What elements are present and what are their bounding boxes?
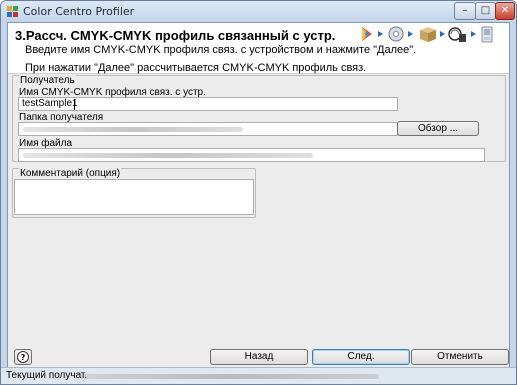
- back-button-label: Назад: [244, 351, 274, 362]
- folder-input[interactable]: [18, 122, 398, 136]
- package-icon: [420, 27, 436, 42]
- text-caret: [74, 100, 75, 110]
- title-bar[interactable]: Color Centro Profiler – □ ✕: [1, 1, 516, 22]
- app-window: Color Centro Profiler – □ ✕ 3.Рассч. CMY…: [0, 0, 517, 385]
- help-button[interactable]: ?: [14, 349, 32, 365]
- comment-group-label: Комментарий (опция): [19, 168, 122, 179]
- color-wheel-icon: [362, 27, 372, 41]
- status-label: Текущий получат.: [6, 370, 88, 381]
- close-icon: ✕: [500, 5, 510, 16]
- comment-textarea[interactable]: [14, 179, 254, 215]
- cancel-button[interactable]: Отменить: [411, 349, 509, 365]
- profile-name-input[interactable]: testSample1: [18, 97, 398, 111]
- note-text: При нажатии "Далее" рассчитывается CMYK-…: [25, 62, 367, 74]
- app-logo-icon: [7, 6, 18, 17]
- cancel-button-label: Отменить: [437, 351, 483, 362]
- back-button[interactable]: Назад: [210, 349, 308, 365]
- wizard-header: 3.Рассч. CMYK-CMYK профиль связанный с у…: [8, 23, 509, 74]
- folder-path-redacted: [23, 127, 243, 132]
- pda-icon: [481, 26, 493, 43]
- browse-button[interactable]: Обзор ...: [397, 121, 479, 136]
- arrow-right-icon: [408, 31, 413, 37]
- profile-name-value: testSample1: [22, 98, 78, 109]
- next-button-label: След.: [347, 351, 375, 362]
- help-glyph: ?: [21, 353, 26, 362]
- arrow-right-icon: [378, 31, 383, 37]
- next-button[interactable]: След.: [312, 349, 410, 365]
- chart-icon: [448, 27, 466, 42]
- file-name-input[interactable]: [18, 148, 485, 162]
- maximize-icon: □: [480, 5, 491, 16]
- dialog-body: 3.Рассч. CMYK-CMYK профиль связанный с у…: [7, 22, 510, 368]
- recipient-group-label: Получатель: [19, 75, 76, 86]
- minimize-icon: –: [462, 5, 468, 16]
- status-value-redacted: [79, 374, 379, 379]
- window-title: Color Centro Profiler: [23, 5, 135, 18]
- file-name-redacted: [23, 153, 313, 158]
- arrow-right-icon: [440, 31, 445, 37]
- help-icon: ?: [17, 351, 29, 363]
- recipient-group: Получатель Имя CMYK-CMYK профиля связ. с…: [12, 75, 506, 162]
- arrow-right-icon: [471, 31, 476, 37]
- step-title: 3.Рассч. CMYK-CMYK профиль связанный с у…: [15, 28, 336, 43]
- wizard-steps: [362, 26, 493, 43]
- minimize-button[interactable]: –: [454, 2, 476, 20]
- close-button[interactable]: ✕: [495, 2, 515, 20]
- disc-icon: [388, 26, 404, 42]
- status-bar: Текущий получат.: [1, 367, 516, 384]
- browse-button-label: Обзор ...: [418, 123, 458, 134]
- maximize-button[interactable]: □: [475, 2, 496, 20]
